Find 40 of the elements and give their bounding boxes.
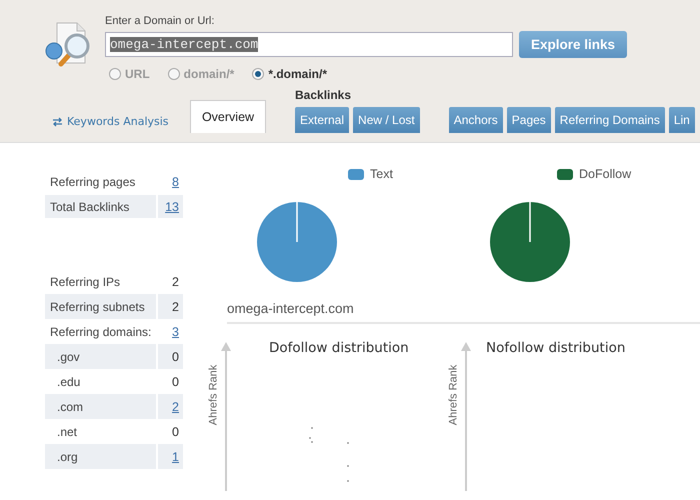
stat-link[interactable]: 8: [156, 170, 183, 193]
stat-value: 0: [156, 344, 183, 369]
stat-value: 2: [156, 294, 183, 319]
backlinks-label: Backlinks: [295, 88, 352, 102]
stat-label: Referring subnets: [49, 300, 146, 314]
mode-radio[interactable]: domain/*: [168, 67, 234, 81]
chart-title: Dofollow distribution: [269, 340, 409, 356]
keywords-analysis-link[interactable]: Keywords Analysis: [52, 115, 190, 133]
backlinks-tab[interactable]: Anchors: [448, 107, 503, 133]
axis-label: Ahrefs Rank: [447, 364, 460, 426]
overview-tab[interactable]: Overview: [190, 100, 266, 133]
explore-links-button[interactable]: Explore links: [519, 31, 627, 58]
stat-label: .org: [56, 450, 79, 464]
backlinks-tab[interactable]: Referring Domains: [554, 107, 665, 133]
stat-label: .net: [56, 424, 78, 438]
backlinks-tab[interactable]: New / Lost: [353, 107, 420, 133]
stat-label: .edu: [56, 374, 82, 388]
swap-icon: [52, 116, 63, 126]
domain-input-field[interactable]: omega-intercept.com: [105, 32, 513, 57]
mode-radio[interactable]: *.domain/*: [252, 67, 328, 81]
mode-radio[interactable]: URL: [109, 67, 150, 81]
domain-heading: omega-intercept.com: [227, 301, 700, 324]
stat-label: .gov: [56, 350, 81, 364]
legend-label: Text: [370, 167, 393, 181]
chart-title: Nofollow distribution: [486, 340, 626, 356]
stat-label: .com: [56, 400, 84, 414]
stat-link[interactable]: 13: [156, 195, 183, 218]
stat-label: Total Backlinks: [49, 200, 130, 214]
backlinks-tab[interactable]: Pages: [506, 107, 551, 133]
search-label: Enter a Domain or Url:: [105, 15, 216, 27]
stat-link[interactable]: 2: [156, 394, 183, 419]
legend-label: DoFollow: [579, 167, 632, 181]
backlinks-tab[interactable]: External: [295, 107, 350, 133]
scatter-points-drawing: [309, 427, 351, 483]
stat-label: Referring IPs: [49, 274, 122, 288]
stat-link[interactable]: 1: [156, 444, 183, 469]
stat-label: Referring pages: [49, 174, 136, 188]
stat-label: Referring domains:: [49, 324, 152, 338]
axis-label: Ahrefs Rank: [207, 364, 220, 426]
backlinks-tab[interactable]: Lin: [668, 107, 695, 133]
